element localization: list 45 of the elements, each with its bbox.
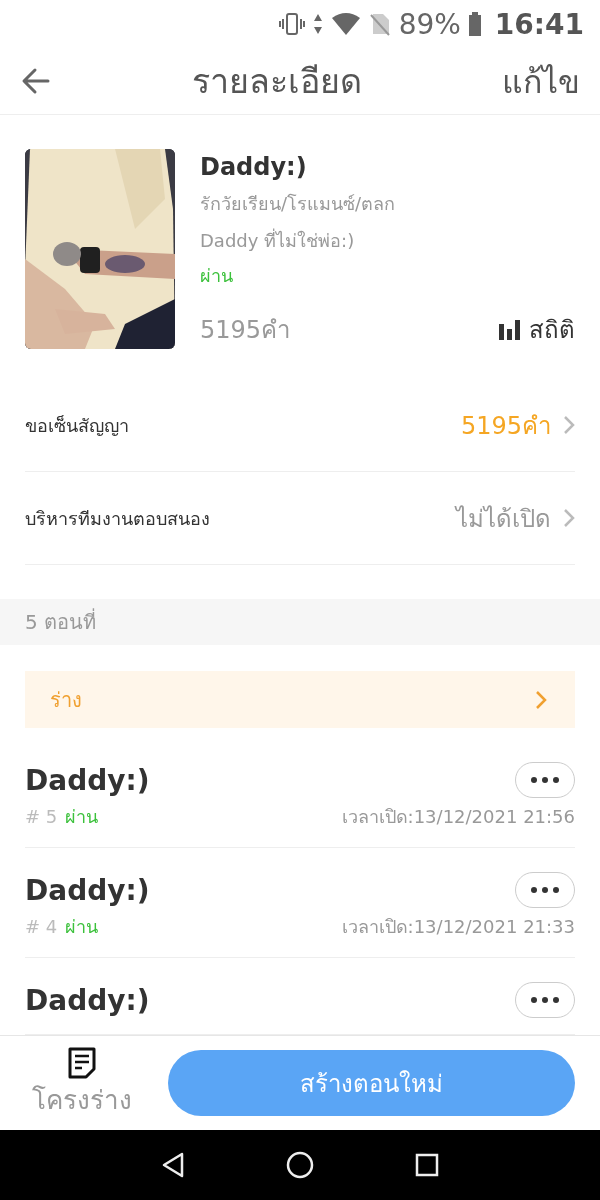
chapter-title: Daddy:) (25, 873, 150, 907)
book-title: Daddy:) (200, 153, 308, 181)
word-count: 5195คำ (200, 315, 291, 346)
data-arrows-icon (312, 13, 323, 35)
chapter-number: # 5 (25, 806, 58, 827)
setting-value: ไม่ได้เปิด (456, 503, 551, 535)
more-icon (530, 776, 560, 784)
chapter-status: ผ่าน (65, 915, 99, 939)
chapter-count: 5 ตอนที่ (0, 599, 600, 646)
home-nav-icon[interactable] (286, 1151, 314, 1179)
setting-label: ขอเซ็นสัญญา (25, 413, 130, 438)
edit-button[interactable]: แก้ไข (502, 55, 580, 107)
recents-nav-icon[interactable] (415, 1153, 440, 1177)
chevron-icon (535, 689, 547, 710)
book-genres: รักวัยเรียน/โรแมนซ์/ตลก (200, 192, 397, 216)
more-button[interactable] (515, 872, 575, 908)
more-button[interactable] (515, 982, 575, 1018)
settings-row[interactable]: บริหารทีมงานตอบสนอง ไม่ได้เปิด (25, 472, 575, 565)
more-icon (530, 996, 560, 1004)
publish-time: เวลาเปิด:13/12/2021 21:33 (341, 915, 575, 939)
setting-label: บริหารทีมงานตอบสนอง (25, 506, 211, 531)
book-subtitle: Daddy ที่ไม่ใช่พ่อ:) (200, 227, 356, 253)
no-sim-icon (368, 12, 391, 36)
setting-value: 5195คำ (460, 410, 551, 442)
battery-icon (468, 12, 481, 36)
page-title: รายละเอียด (191, 60, 363, 103)
stats-button[interactable]: สถิติ (499, 310, 575, 349)
more-icon (530, 886, 560, 894)
battery-percent: 89% (398, 7, 461, 41)
bar-chart-icon (499, 319, 521, 340)
book-status: ผ่าน (200, 264, 234, 288)
chevron-icon (563, 415, 575, 435)
document-icon (67, 1046, 97, 1079)
publish-time: เวลาเปิด:13/12/2021 21:56 (341, 805, 575, 829)
wifi-icon (330, 12, 361, 36)
settings-row[interactable]: ขอเซ็นสัญญา 5195คำ (25, 379, 575, 472)
chapter-status: ผ่าน (65, 805, 99, 829)
chapter-title: Daddy:) (25, 763, 150, 797)
vibrate-icon (278, 12, 305, 36)
more-button[interactable] (515, 762, 575, 798)
chevron-icon (563, 508, 575, 528)
clock: 16:41 (494, 7, 584, 41)
chapter-number: # 4 (25, 916, 58, 937)
back-nav-icon[interactable] (160, 1152, 185, 1178)
chapter-title: Daddy:) (25, 983, 150, 1017)
